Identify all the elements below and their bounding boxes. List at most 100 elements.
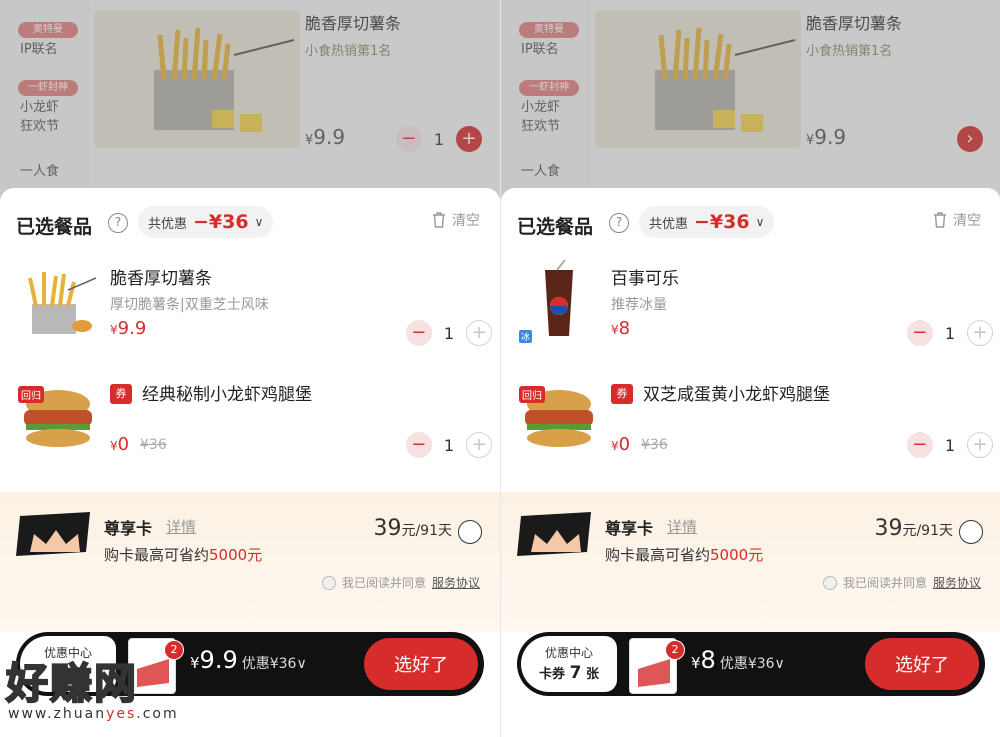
confirm-selection-button[interactable]: 选好了 [364,638,478,690]
coupon-center-label: 优惠中心 [43,646,92,660]
selected-items-sheet: 已选餐品 ? 共优惠 −¥36 ∨ 清空 [501,188,1000,737]
clear-button[interactable]: 清空 [933,210,981,230]
qty-value: 1 [443,323,454,343]
total-price: ¥9.9 优惠¥36∨ [190,646,307,674]
coupon-center-button[interactable]: 优惠中心 卡券 [20,636,116,692]
agreement-row[interactable]: 我已阅读并同意 服务协议 [822,574,981,591]
qty-value: 1 [443,435,454,455]
item-desc: 厚切脆薯条|双重芝士风味 [110,297,269,313]
minus-button[interactable]: − [906,320,933,346]
menu-background: 奥特曼 IP联名 一虾封神 小龙虾 狂欢节 一人食 脆香厚切薯条 小食热销第1名… [501,0,1000,200]
plus-button[interactable]: + [466,432,492,458]
screenshot-composite: 奥特曼 IP联名 一虾封神 小龙虾 狂欢节 一人食 脆香厚切薯条 小食热销第1名… [0,0,1000,737]
return-tag: 回归 [519,386,545,403]
card-detail-link[interactable]: 详情 [166,516,196,537]
item-original-price: ¥36 [641,437,668,453]
plus-button[interactable]: + [466,320,492,346]
order-panel-right: 奥特曼 IP联名 一虾封神 小龙虾 狂欢节 一人食 脆香厚切薯条 小食热销第1名… [500,0,1000,737]
coupon-count: 卡券 [54,667,81,682]
selected-items-sheet: 已选餐品 ? 共优惠 −¥36 ∨ 清空 [0,188,500,737]
discount-label: 共优惠 [148,216,188,232]
coupon-center-label: 优惠中心 [544,646,593,660]
coupon-tag: 券 [110,384,132,404]
crown-card-icon [16,512,94,556]
discount-label: 共优惠 [649,216,689,232]
agree-text: 我已阅读并同意 [341,576,426,590]
minus-button[interactable]: − [906,432,933,458]
qty-stepper: − 1 + [906,320,993,346]
item-price: ¥9.9 [110,318,147,339]
membership-card-section: 尊享卡 详情 购卡最高可省约5000元 39元/91天 我已阅读并同意 服务协议 [501,492,1000,632]
checkout-bar: 优惠中心 卡券 2 ¥9.9 优惠¥36∨ 选好了 [16,632,484,696]
cart-item: 回归 券 双芝咸蛋黄小龙虾鸡腿堡 ¥0 ¥36 [501,376,1000,476]
qty-value: 1 [944,323,955,343]
clear-label: 清空 [452,213,480,229]
ice-tag: 冰 [519,330,533,343]
coupon-count: 卡券 7 张 [539,663,599,683]
return-tag: 回归 [18,386,44,403]
membership-card-section: 尊享卡 详情 购卡最高可省约5000元 39元/91天 我已阅读并同意 服务协议 [0,492,500,632]
agree-text: 我已阅读并同意 [842,576,927,590]
card-title: 尊享卡 [104,519,153,538]
discount-pill[interactable]: 共优惠 −¥36 ∨ [639,206,775,238]
confirm-selection-button[interactable]: 选好了 [865,638,979,690]
card-price: 39元/91天 [874,516,953,541]
card-price: 39元/91天 [373,516,452,541]
cart-item: 回归 券 经典秘制小龙虾鸡腿堡 ¥0 ¥36 [0,376,500,476]
help-icon[interactable]: ? [609,213,629,233]
item-price: ¥8 [611,318,631,339]
agreement-row[interactable]: 我已阅读并同意 服务协议 [321,574,480,591]
overlay-dim[interactable] [501,0,1000,200]
chevron-down-icon: ∨ [755,215,765,229]
plus-button[interactable]: + [967,320,993,346]
plus-button[interactable]: + [967,432,993,458]
chevron-down-icon: ∨ [254,215,264,229]
card-title: 尊享卡 [605,519,654,538]
discount-value: −¥36 [694,211,750,233]
cart-count-badge: 2 [164,640,184,660]
trash-icon [934,212,946,228]
total-price: ¥8 优惠¥36∨ [691,646,785,674]
item-name: 百事可乐 [611,269,679,289]
qty-value: 1 [944,435,955,455]
checkout-bar: 优惠中心 卡券 7 张 2 ¥8 优惠¥36∨ 选好了 [517,632,985,696]
item-name: 经典秘制小龙虾鸡腿堡 [142,385,312,405]
item-desc: 推荐冰量 [611,297,667,313]
agree-checkbox[interactable] [321,575,336,590]
service-agreement-link[interactable]: 服务协议 [933,574,981,591]
discount-pill[interactable]: 共优惠 −¥36 ∨ [138,206,274,238]
qty-stepper: − 1 + [405,432,492,458]
help-icon[interactable]: ? [108,213,128,233]
item-price: ¥0 [110,434,130,455]
crown-card-icon [517,512,595,556]
qty-stepper: − 1 + [405,320,492,346]
discount-value: −¥36 [193,211,249,233]
overlay-dim[interactable] [0,0,500,200]
item-name: 脆香厚切薯条 [110,269,212,289]
agree-checkbox[interactable] [822,575,837,590]
card-detail-link[interactable]: 详情 [667,516,697,537]
clear-button[interactable]: 清空 [432,210,480,230]
card-radio[interactable] [959,520,983,544]
cola-image [519,260,599,340]
card-radio[interactable] [458,520,482,544]
card-savings: 购卡最高可省约5000元 [605,546,764,564]
minus-button[interactable]: − [405,432,432,458]
menu-background: 奥特曼 IP联名 一虾封神 小龙虾 狂欢节 一人食 脆香厚切薯条 小食热销第1名… [0,0,500,200]
minus-button[interactable]: − [405,320,432,346]
card-savings: 购卡最高可省约5000元 [104,546,263,564]
cart-count-badge: 2 [665,640,685,660]
item-price: ¥0 [611,434,631,455]
item-name: 双芝咸蛋黄小龙虾鸡腿堡 [643,385,830,405]
item-original-price: ¥36 [140,437,167,453]
qty-stepper: − 1 + [906,432,993,458]
sheet-title: 已选餐品 [16,216,93,238]
clear-label: 清空 [953,213,981,229]
coupon-tag: 券 [611,384,633,404]
coupon-center-button[interactable]: 优惠中心 卡券 7 张 [521,636,617,692]
order-panel-left: 奥特曼 IP联名 一虾封神 小龙虾 狂欢节 一人食 脆香厚切薯条 小食热销第1名… [0,0,500,737]
sheet-title: 已选餐品 [517,216,594,238]
service-agreement-link[interactable]: 服务协议 [432,574,480,591]
fries-image [18,260,98,340]
trash-icon [433,212,445,228]
